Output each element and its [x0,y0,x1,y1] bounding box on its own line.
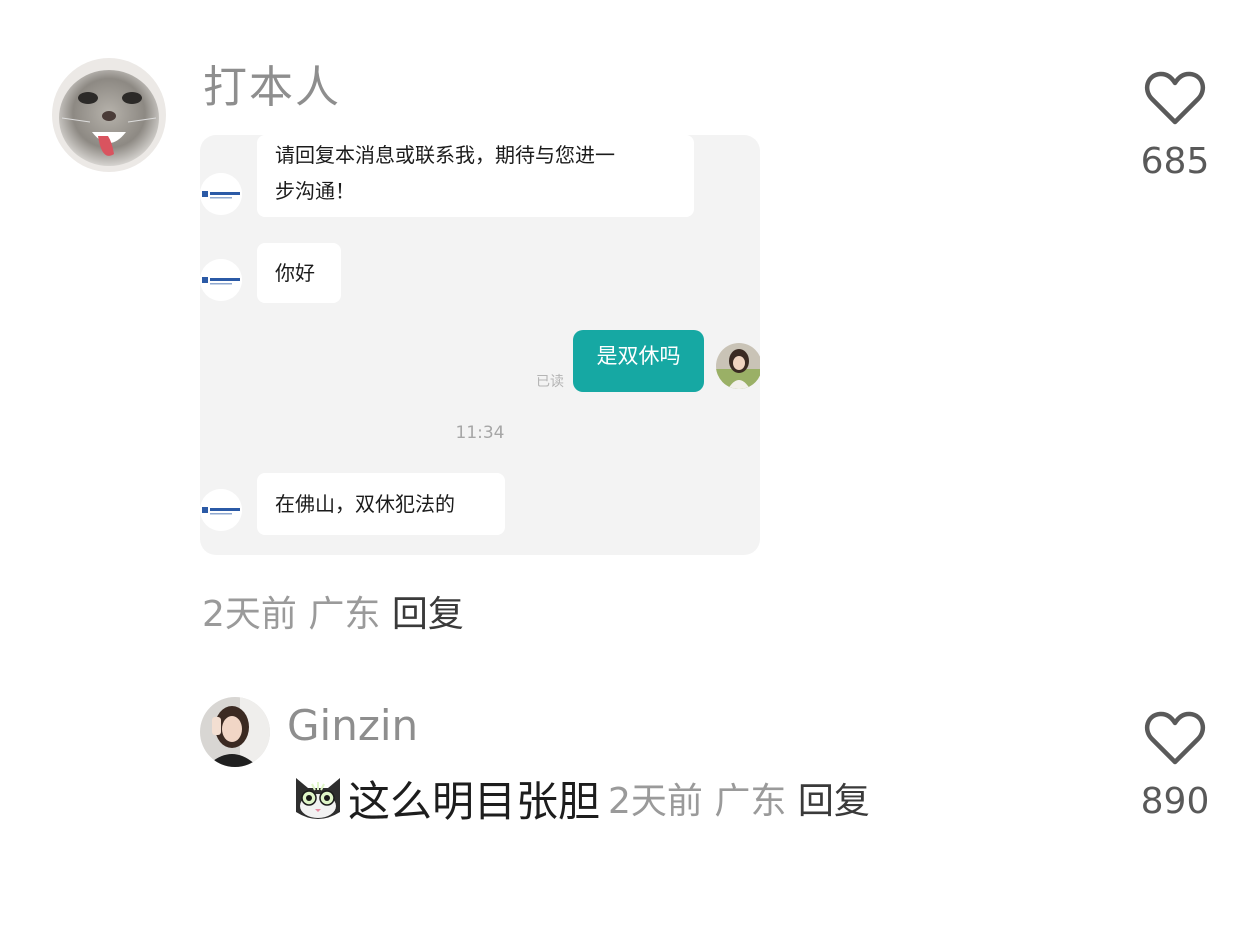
chat-timestamp: 11:34 [455,423,505,443]
reply-button[interactable]: 回复 [798,781,870,822]
chat-company-logo [200,489,242,531]
chat-company-logo [200,259,242,301]
heart-outline-icon[interactable] [1140,710,1210,766]
heart-outline-icon[interactable] [1140,70,1210,126]
chat-self-avatar [716,343,760,389]
reply-button[interactable]: 回复 [392,594,464,635]
avatar[interactable] [200,697,270,767]
read-status: 已读 [536,374,564,390]
comment-time: 2天前 [202,594,297,635]
like-button[interactable]: 890 [1140,710,1210,822]
cat-avatar-image [52,58,166,172]
chat-message-line: 请回复本消息或联系我，期待与您进一 [275,143,615,167]
comment-time: 2天前 [608,781,703,822]
avatar[interactable] [52,58,166,172]
chat-message-bubble: 请回复本消息或联系我，期待与您进一 步沟通！ [257,135,694,217]
chat-company-logo [200,173,242,215]
comment-content: 这么明目张胆 2天前 广东 回复 [290,768,870,828]
comment-image[interactable]: 请回复本消息或联系我，期待与您进一 步沟通！ 你好 已读 是双休吗 11:34 … [200,135,760,555]
chat-message-bubble: 在佛山，双休犯法的 [257,473,505,535]
comment-text: 这么明目张胆 [348,776,601,826]
comment-location: 广东 [714,781,787,822]
comment-meta: 2天前 广东 回复 [608,772,870,824]
like-button[interactable]: 685 [1140,70,1210,182]
like-count: 890 [1140,781,1210,822]
comment-username[interactable]: Ginzin [287,698,418,754]
comment-location: 广东 [308,594,381,635]
cat-emoji-icon [290,768,348,828]
chat-message-line: 步沟通！ [275,179,355,203]
comment-meta: 2天前 广东 回复 [202,590,464,640]
chat-message-bubble: 你好 [257,243,341,303]
girl-avatar-image [200,697,270,767]
comment-username[interactable]: 打本人 [203,58,341,118]
like-count: 685 [1140,141,1210,182]
chat-message-bubble-sent: 是双休吗 [573,330,704,392]
